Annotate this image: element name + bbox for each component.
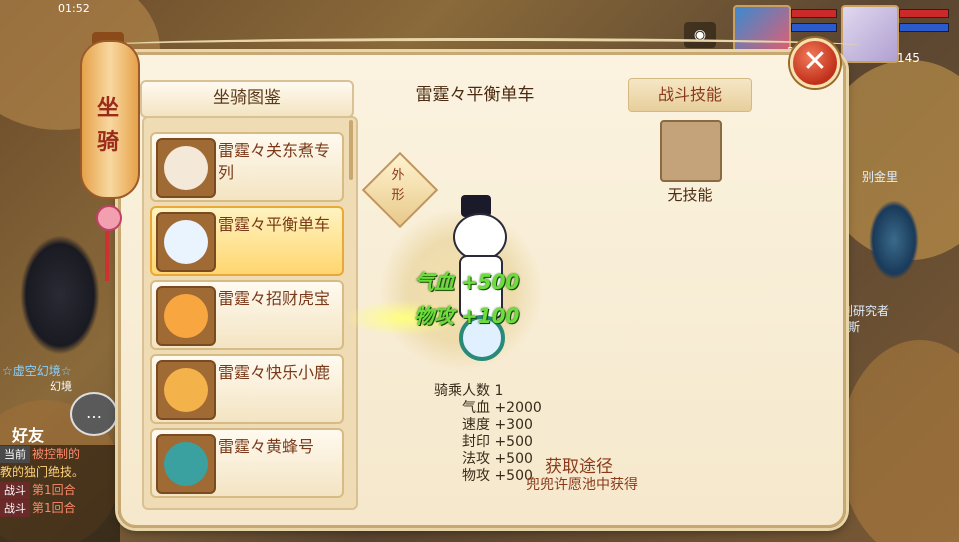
list-item-label: 雷霆々关东煮专列 — [218, 141, 331, 182]
list-item[interactable]: 雷霆々黄蜂号 — [150, 428, 344, 498]
source-text: 兜兜许愿池中获得 — [526, 477, 638, 493]
chat-channel-tag: 战斗 — [0, 482, 30, 499]
mount-thumbnail — [156, 434, 216, 494]
tab-combat-skill[interactable]: 战斗技能 — [628, 78, 752, 112]
list-item[interactable]: 雷霆々平衡单车 — [150, 206, 344, 276]
list-item[interactable]: 雷霆々快乐小鹿 — [150, 354, 344, 424]
mount-thumbnail — [156, 286, 216, 346]
mp-bar — [791, 23, 837, 32]
status-time: 01:52 — [58, 2, 90, 15]
mount-icon — [164, 294, 208, 338]
close-button[interactable]: ✕ — [790, 38, 840, 88]
chat-line: 战斗 第1回合 — [0, 481, 120, 499]
npc-title: 别金里 — [862, 170, 899, 184]
level-text: 145 — [897, 51, 920, 65]
mount-thumbnail — [156, 212, 216, 272]
mount-icon — [164, 442, 208, 486]
list-item-label: 雷霆々快乐小鹿 — [218, 363, 331, 382]
chat-text: 教的独门绝技。 — [0, 465, 85, 479]
list-item[interactable]: 雷霆々关东煮专列 — [150, 132, 344, 202]
hp-bar — [791, 9, 837, 18]
chat-text: 被控制的 — [32, 447, 81, 461]
stat-key: 物攻 — [462, 468, 490, 484]
skill-slot[interactable] — [660, 120, 722, 182]
lantern-title: 坐骑 — [96, 96, 119, 155]
chat-channel-tag: 战斗 — [0, 500, 30, 517]
mount-icon — [164, 368, 208, 412]
panel-top-rail — [100, 38, 860, 53]
buff-text: 气血 +500 — [414, 270, 520, 294]
buff-text: 物攻 +100 — [414, 304, 520, 328]
lantern-tassel — [96, 205, 122, 295]
list-item-label: 雷霆々平衡单车 — [218, 215, 331, 234]
npc-sprite[interactable] — [869, 200, 919, 280]
mount-icon — [164, 220, 208, 264]
mount-thumbnail — [156, 138, 216, 198]
catalog-tab[interactable]: 坐骑图鉴 — [140, 80, 354, 118]
chat-bubble-icon[interactable]: … — [70, 392, 118, 436]
avatar[interactable] — [841, 5, 899, 63]
chat-line: 当前 被控制的 — [0, 445, 120, 463]
chat-log[interactable]: 当前 被控制的 教的独门绝技。 战斗 第1回合 战斗 第1回合 — [0, 445, 120, 542]
mount-head — [453, 213, 507, 261]
stat-row: 物攻 +500 — [420, 465, 533, 485]
player-sprite[interactable] — [20, 235, 100, 355]
charm-icon — [96, 205, 122, 231]
player-subtitle: 幻境 — [50, 380, 72, 393]
chat-text: 第1回合 — [32, 483, 76, 497]
chat-text: 第1回合 — [32, 501, 76, 515]
scene-foliage — [840, 340, 959, 542]
tassel-cord — [105, 231, 109, 281]
list-item-label: 雷霆々黄蜂号 — [218, 437, 315, 456]
list-item[interactable]: 雷霆々招财虎宝 — [150, 280, 344, 350]
mount-list[interactable]: 雷霆々关东煮专列 雷霆々平衡单车 雷霆々招财虎宝 雷霆々快乐小鹿 雷霆々黄蜂号 — [142, 116, 358, 510]
friend-button[interactable]: 好友 — [12, 422, 44, 446]
hp-bar — [899, 9, 949, 18]
chat-line: 战斗 第1回合 — [0, 499, 120, 517]
mount-name: 雷霆々平衡单车 — [415, 85, 535, 105]
chat-line: 教的独门绝技。 — [0, 463, 120, 481]
mount-icon — [164, 146, 208, 190]
list-item-label: 雷霆々招财虎宝 — [218, 289, 331, 308]
no-skill-text: 无技能 — [667, 186, 713, 204]
chat-channel-tag: 当前 — [0, 446, 30, 463]
list-scrollbar[interactable] — [349, 120, 353, 180]
appearance-label: 外形 — [391, 168, 405, 203]
mount-thumbnail — [156, 360, 216, 420]
mp-bar — [899, 23, 949, 32]
player-name: ☆虚空幻境☆ — [2, 364, 72, 378]
